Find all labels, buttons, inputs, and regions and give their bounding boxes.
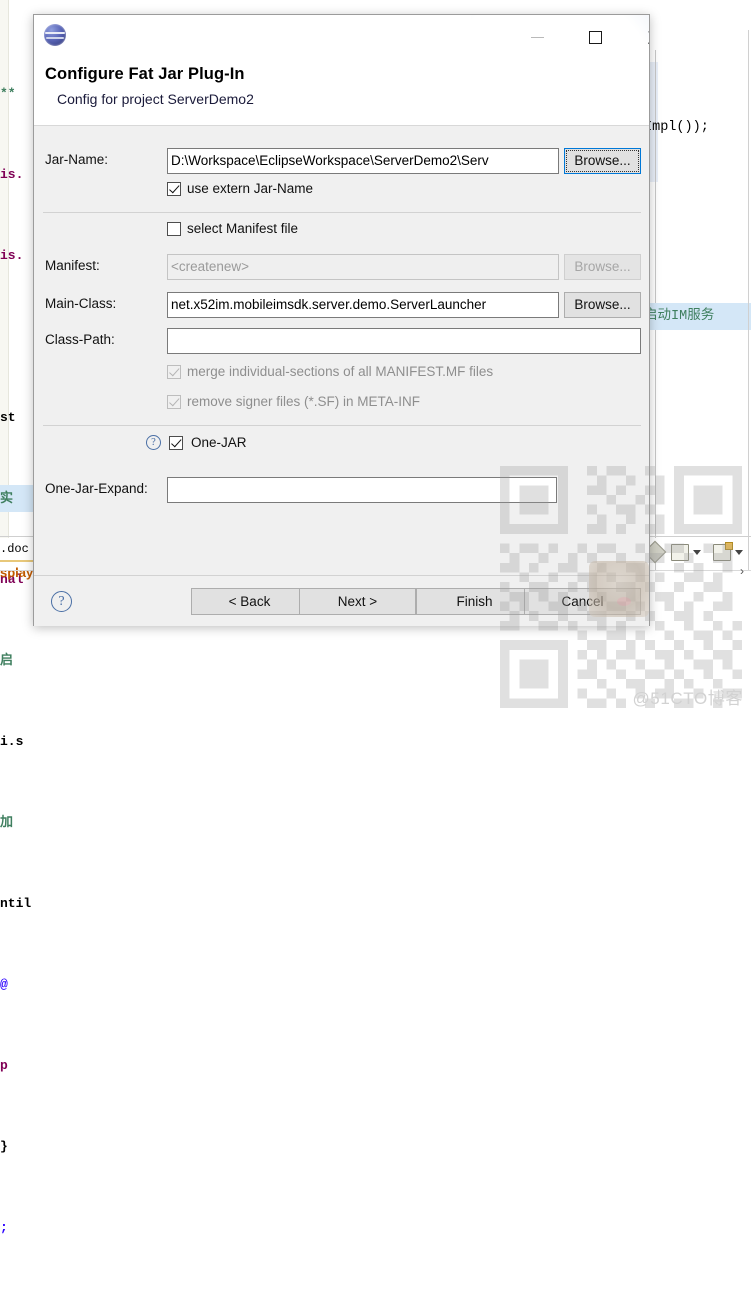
code-line: ** xyxy=(0,86,16,101)
one-jar-expand-input[interactable] xyxy=(167,477,557,503)
editor-code-left: ** is. is. st 实 nal 启 i.s 加 ntil @ p } ; xyxy=(0,26,34,1295)
close-icon xyxy=(647,30,650,45)
one-jar-expand-label: One-Jar-Expand: xyxy=(45,481,148,496)
code-line: } xyxy=(0,1139,8,1154)
class-path-input[interactable] xyxy=(167,328,641,354)
select-manifest-file-checkbox[interactable]: select Manifest file xyxy=(167,221,298,236)
code-line: p xyxy=(0,1058,8,1073)
manifest-row: Manifest: <createnew> Browse... xyxy=(34,252,649,282)
code-line: is. xyxy=(0,248,24,263)
code-line: @ xyxy=(0,977,8,992)
jar-name-input[interactable]: D:\Workspace\EclipseWorkspace\ServerDemo… xyxy=(167,148,559,174)
editor-scroll-edge xyxy=(748,30,749,570)
new-view-icon[interactable] xyxy=(713,544,731,561)
tab-active-underline xyxy=(0,560,33,562)
back-button[interactable]: < Back xyxy=(191,588,308,615)
jar-name-row: Jar-Name: D:\Workspace\EclipseWorkspace\… xyxy=(34,146,649,176)
minimize-icon xyxy=(530,36,544,38)
tab-display[interactable]: splay xyxy=(0,565,33,580)
checkbox-icon xyxy=(167,394,181,409)
main-class-browse-button[interactable]: Browse... xyxy=(564,292,641,318)
chevron-right-icon[interactable]: › xyxy=(740,564,744,578)
merge-individual-sections-label: merge individual-sections of all MANIFES… xyxy=(187,364,494,379)
help-icon[interactable]: ? xyxy=(146,435,161,450)
section-divider xyxy=(43,425,641,426)
select-manifest-file-label: select Manifest file xyxy=(187,221,299,236)
minimize-button[interactable] xyxy=(514,15,560,59)
main-class-input[interactable]: net.x52im.mobileimsdk.server.demo.Server… xyxy=(167,292,559,318)
finish-button[interactable]: Finish xyxy=(416,588,533,615)
section-divider xyxy=(43,212,641,213)
jar-name-label: Jar-Name: xyxy=(45,152,109,167)
tab-javadoc[interactable]: .doc xyxy=(0,542,29,556)
code-line: 实 xyxy=(0,485,34,512)
dialog-header: Configure Fat Jar Plug-In Config for pro… xyxy=(34,15,649,126)
code-comment: 启动IM服务 xyxy=(644,303,751,330)
dialog-footer: ? < Back Next > Finish Cancel xyxy=(34,575,649,626)
main-class-label: Main-Class: xyxy=(45,296,117,311)
remove-signer-files-checkbox: remove signer files (*.SF) in META-INF xyxy=(167,394,420,409)
code-line: st xyxy=(0,410,16,425)
code-line: ntil xyxy=(0,896,32,911)
class-path-row: Class-Path: xyxy=(34,326,649,356)
code-line: Impl()); xyxy=(644,120,709,135)
checkbox-icon xyxy=(167,181,181,196)
dialog-body: Jar-Name: D:\Workspace\EclipseWorkspace\… xyxy=(34,126,649,575)
checkbox-icon xyxy=(167,364,181,379)
one-jar-checkbox[interactable]: ? One-JAR xyxy=(146,435,247,450)
maximize-icon xyxy=(588,30,602,44)
checkbox-icon xyxy=(167,221,181,236)
dialog-title: Configure Fat Jar Plug-In xyxy=(45,65,245,83)
view-toolbar xyxy=(643,540,751,566)
next-button[interactable]: Next > xyxy=(299,588,416,615)
help-icon[interactable]: ? xyxy=(51,591,72,612)
console-icon[interactable] xyxy=(671,544,689,561)
merge-individual-sections-checkbox: merge individual-sections of all MANIFES… xyxy=(167,364,493,379)
editor-code-right: Impl()); 启动IM服务 xyxy=(644,60,751,384)
use-extern-jar-name-checkbox[interactable]: use extern Jar-Name xyxy=(167,181,313,196)
code-line: 加 xyxy=(0,815,14,830)
maximize-button[interactable] xyxy=(572,15,618,59)
manifest-label: Manifest: xyxy=(45,258,100,273)
close-button[interactable] xyxy=(631,15,649,59)
code-line: 启 xyxy=(0,653,14,668)
use-extern-jar-name-label: use extern Jar-Name xyxy=(187,181,314,196)
code-line: ; xyxy=(0,1220,8,1235)
dialog-titlebar xyxy=(34,15,649,59)
manifest-browse-button: Browse... xyxy=(564,254,641,280)
class-path-label: Class-Path: xyxy=(45,332,115,347)
chevron-down-icon[interactable] xyxy=(693,544,701,555)
configure-fat-jar-dialog: Configure Fat Jar Plug-In Config for pro… xyxy=(33,14,650,626)
remove-signer-files-label: remove signer files (*.SF) in META-INF xyxy=(187,394,421,409)
dialog-subtitle: Config for project ServerDemo2 xyxy=(57,91,254,107)
code-line: i.s xyxy=(0,734,24,749)
code-line: is. xyxy=(0,167,24,182)
manifest-input[interactable]: <createnew> xyxy=(167,254,559,280)
checkbox-icon xyxy=(169,435,183,450)
eclipse-globe-icon xyxy=(44,24,66,46)
main-class-row: Main-Class: net.x52im.mobileimsdk.server… xyxy=(34,290,649,320)
cancel-button[interactable]: Cancel xyxy=(524,588,641,615)
jar-name-browse-button[interactable]: Browse... xyxy=(564,148,641,174)
one-jar-label: One-JAR xyxy=(191,435,247,450)
one-jar-expand-row: One-Jar-Expand: xyxy=(34,475,649,505)
chevron-down-icon[interactable] xyxy=(735,544,743,555)
